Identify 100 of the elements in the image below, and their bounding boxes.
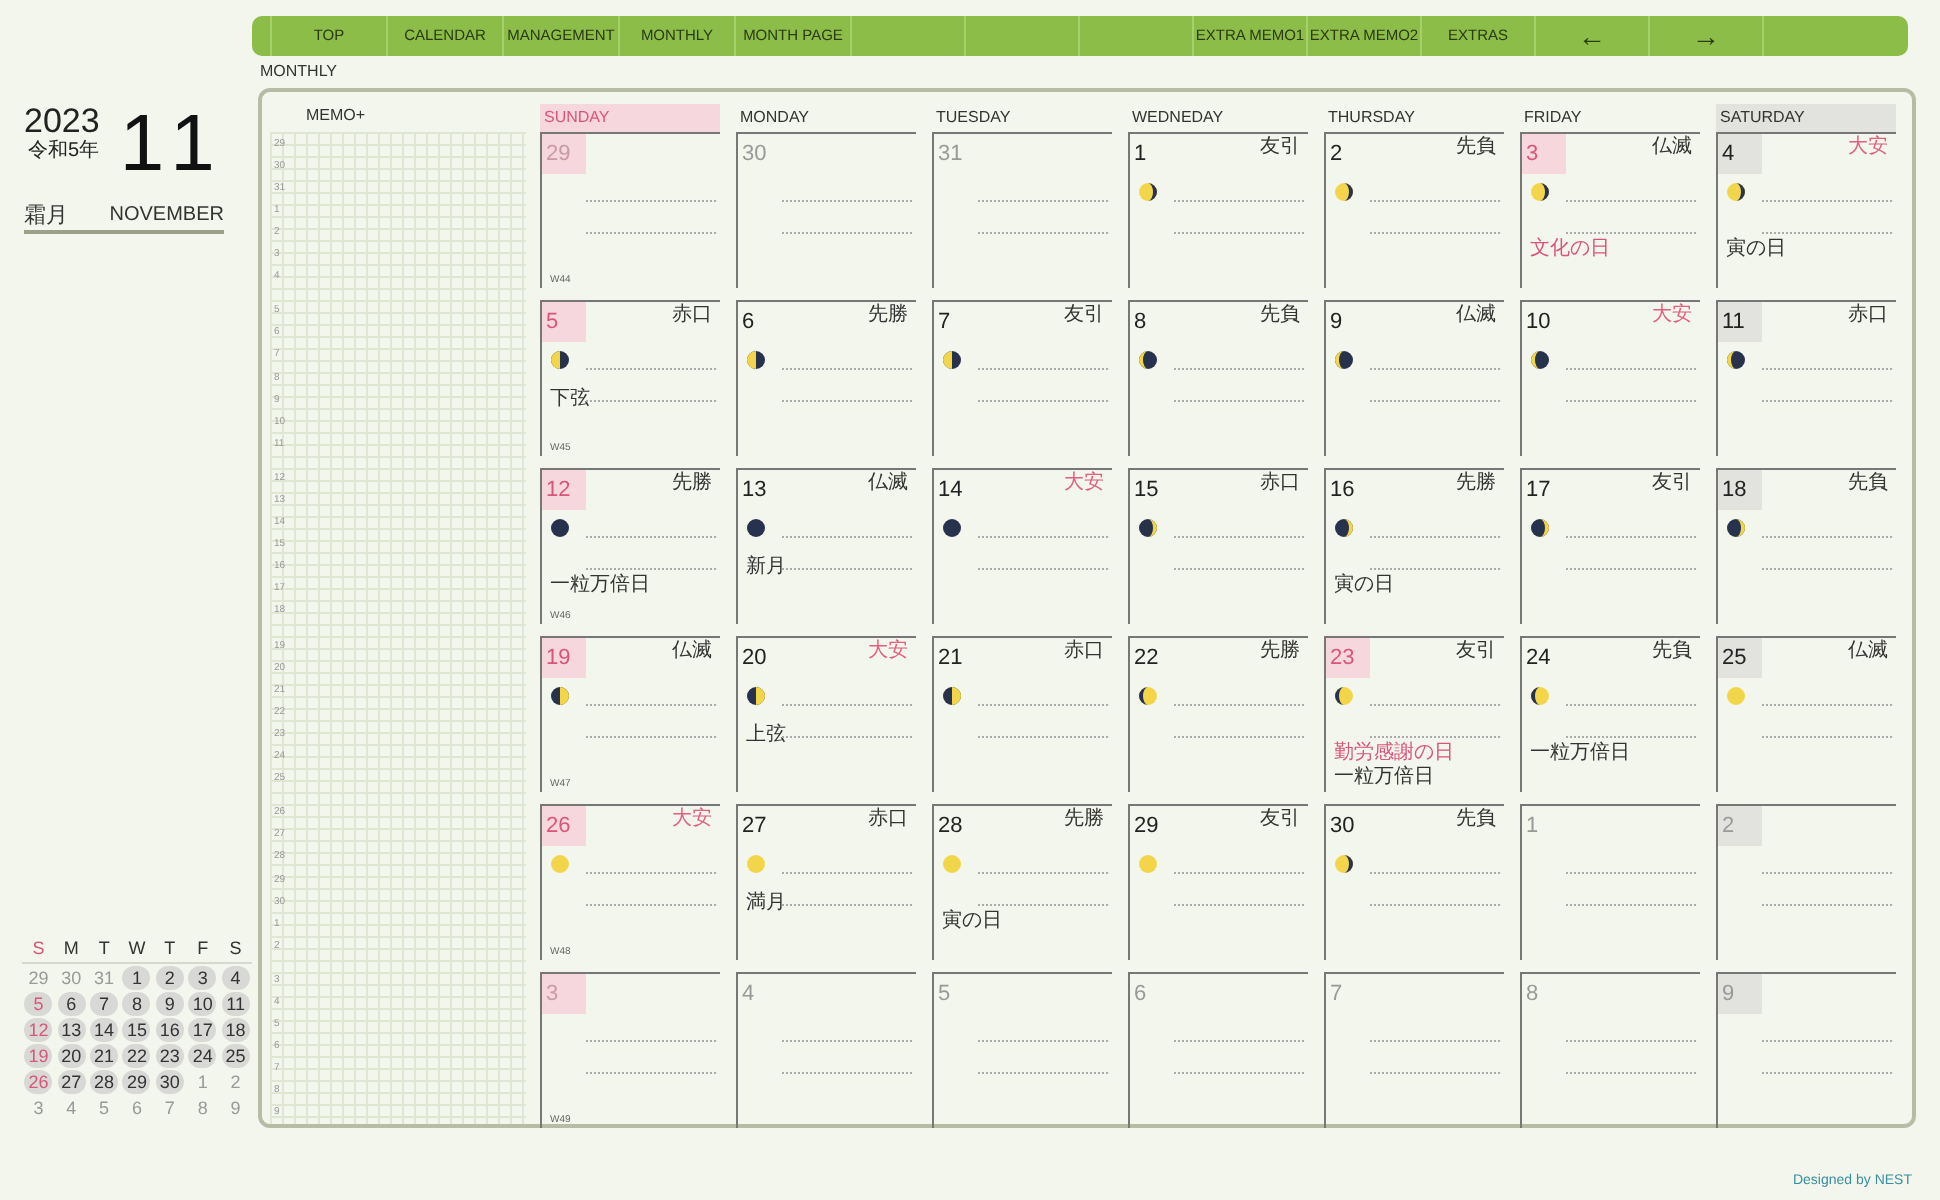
day-number: 4 [1718, 134, 1762, 174]
rokuyo-label: 大安 [672, 806, 714, 832]
event-note: 寅の日 [1334, 574, 1396, 598]
rokuyo-label: 仏滅 [672, 638, 714, 664]
rokuyo-label: 大安 [868, 638, 910, 664]
mini-weekday: F [195, 936, 211, 960]
mini-day: 20 [57, 1044, 86, 1068]
day-number: 13 [740, 476, 769, 506]
rokuyo-label: 先負 [1456, 806, 1498, 832]
mini-day: 26 [24, 1070, 53, 1094]
rokuyo-label: 赤口 [1848, 302, 1890, 328]
day-number: 29 [1132, 812, 1161, 842]
day-number: 22 [1132, 644, 1161, 674]
day-number: 19 [542, 638, 586, 678]
rokuyo-label: 赤口 [672, 302, 714, 328]
mini-day: 1 [188, 1070, 217, 1094]
year-label: 2023 [24, 104, 100, 140]
rokuyo-label: 友引 [1652, 470, 1694, 496]
weekday-header: THURSDAY [1324, 104, 1504, 134]
era-label: 令和5年 [26, 140, 100, 164]
day-number: 14 [936, 476, 965, 506]
event-note: 寅の日 [942, 910, 1004, 934]
rokuyo-label: 友引 [1260, 134, 1302, 160]
day-number: 1 [1524, 812, 1541, 842]
day-number: 4 [740, 980, 757, 1010]
mini-day: 25 [221, 1044, 250, 1068]
day-number: 30 [1328, 812, 1357, 842]
mini-day: 4 [57, 1096, 86, 1120]
rokuyo-label: 大安 [1848, 134, 1890, 160]
day-number: 25 [1718, 638, 1762, 678]
mini-day: 19 [24, 1044, 53, 1068]
rokuyo-label: 仏滅 [1652, 134, 1694, 160]
rokuyo-label: 赤口 [1260, 470, 1302, 496]
day-number: 7 [1328, 980, 1345, 1010]
rokuyo-label: 先勝 [868, 302, 910, 328]
rokuyo-label: 仏滅 [1848, 638, 1890, 664]
month-number: 11 [119, 104, 227, 184]
day-number: 23 [1326, 638, 1370, 678]
mini-day: 15 [122, 1018, 151, 1042]
day-number: 7 [936, 308, 953, 338]
mini-day: 12 [24, 1018, 53, 1042]
day-number: 2 [1718, 806, 1762, 846]
event-note: 一粒万倍日 [1530, 742, 1632, 766]
moon-phase-note: 新月 [746, 556, 786, 578]
mini-day: 10 [188, 992, 217, 1016]
mini-weekday: M [61, 936, 81, 960]
rokuyo-label: 仏滅 [868, 470, 910, 496]
day-number: 3 [1522, 134, 1566, 174]
arrow-button[interactable]: ← [1536, 16, 1650, 56]
day-number: 8 [1132, 308, 1149, 338]
mini-day: 8 [188, 1096, 217, 1120]
mini-day: 21 [90, 1044, 119, 1068]
rokuyo-label: 先勝 [672, 470, 714, 496]
mini-day: 29 [122, 1070, 151, 1094]
event-note: 一粒万倍日 [550, 574, 652, 598]
mini-day: 11 [221, 992, 250, 1016]
day-number: 17 [1524, 476, 1553, 506]
mini-day: 2 [155, 966, 184, 990]
arrow-button[interactable]: → [1650, 16, 1764, 56]
mini-day: 6 [57, 992, 86, 1016]
rokuyo-label: 友引 [1456, 638, 1498, 664]
day-number: 9 [1328, 308, 1345, 338]
mini-day: 7 [155, 1096, 184, 1120]
day-number: 24 [1524, 644, 1553, 674]
mini-day: 3 [24, 1096, 53, 1120]
mini-weekday: S [30, 936, 47, 960]
rokuyo-label: 友引 [1064, 302, 1106, 328]
mini-day: 2 [221, 1070, 250, 1094]
mini-day: 6 [122, 1096, 151, 1120]
mini-day: 28 [90, 1070, 119, 1094]
weekday-header: SUNDAY [540, 104, 720, 134]
mini-day: 1 [122, 966, 151, 990]
rokuyo-label: 先負 [1456, 134, 1498, 160]
section-label: MONTHLY [260, 60, 338, 84]
month-name-english: NOVEMBER [109, 204, 224, 228]
day-number: 31 [936, 140, 965, 170]
mini-day: 9 [221, 1096, 250, 1120]
month-name-japanese: 霜月 [24, 204, 68, 228]
rokuyo-label: 仏滅 [1456, 302, 1498, 328]
rokuyo-label: 大安 [1064, 470, 1106, 496]
rokuyo-label: 先勝 [1456, 470, 1498, 496]
day-number: 28 [936, 812, 965, 842]
mini-day: 14 [90, 1018, 119, 1042]
mini-day: 9 [155, 992, 184, 1016]
mini-day: 3 [188, 966, 217, 990]
holiday-note: 文化の日 [1530, 238, 1612, 262]
mini-day: 17 [188, 1018, 217, 1042]
day-number: 3 [542, 974, 586, 1014]
mini-day: 13 [57, 1018, 86, 1042]
rokuyo-label: 先勝 [1260, 638, 1302, 664]
weekday-header: MONDAY [736, 104, 916, 134]
mini-day: 30 [57, 966, 86, 990]
mini-day: 18 [221, 1018, 250, 1042]
day-number: 5 [542, 302, 586, 342]
day-number: 11 [1718, 302, 1762, 342]
mini-weekday: T [162, 936, 178, 960]
mini-day: 30 [155, 1070, 184, 1094]
rokuyo-label: 先負 [1652, 638, 1694, 664]
day-number: 27 [740, 812, 769, 842]
day-number: 21 [936, 644, 965, 674]
